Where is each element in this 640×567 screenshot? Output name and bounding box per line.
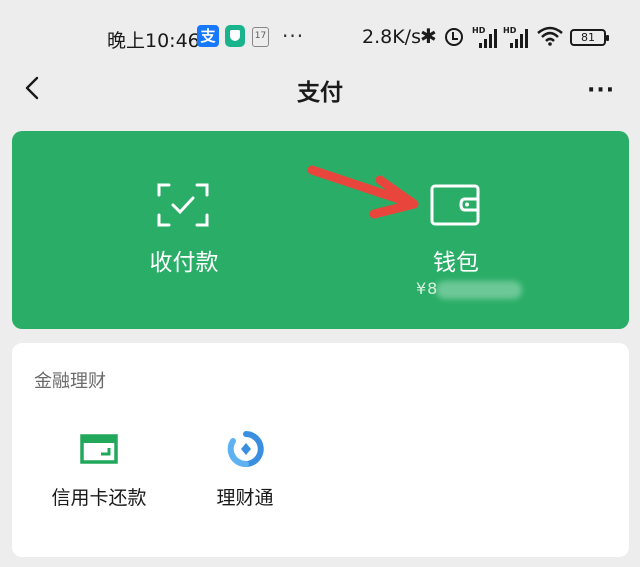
wallet-icon	[430, 184, 480, 226]
alipay-icon: 支	[197, 25, 219, 47]
signal-icon: HD	[472, 26, 500, 48]
credit-card-repay-button[interactable]: 信用卡还款	[24, 427, 174, 517]
credit-card-icon	[80, 434, 118, 464]
receive-pay-button[interactable]: 收付款	[84, 131, 284, 329]
calendar-icon: 17	[252, 27, 269, 47]
page-title: 支付	[297, 80, 343, 106]
wifi-icon	[537, 26, 563, 46]
wealth-management-label: 理财通	[216, 487, 274, 509]
security-shield-icon	[225, 25, 245, 47]
credit-card-repay-label: 信用卡还款	[51, 487, 147, 509]
status-bar: 晚上10:46 支 17 ··· 2.8K/s ✱ HD HD 81	[0, 0, 640, 70]
signal-icon-2: HD	[503, 26, 531, 48]
notification-more-icon: ···	[282, 24, 305, 48]
more-options-icon[interactable]: ···	[587, 78, 615, 103]
alarm-icon	[445, 28, 463, 46]
wealth-icon	[227, 431, 264, 467]
red-arrow-annotation	[307, 165, 419, 219]
wallet-label: 钱包	[433, 250, 479, 276]
receive-pay-label: 收付款	[149, 250, 219, 276]
balance-blur-mask	[436, 281, 522, 299]
battery-icon: 81	[570, 29, 609, 46]
clock: 晚上10:46	[107, 30, 200, 52]
bluetooth-icon: ✱	[420, 24, 437, 48]
wealth-management-button[interactable]: 理财通	[170, 427, 320, 517]
wallet-balance: ¥8	[416, 279, 439, 298]
finance-section-title: 金融理财	[34, 371, 106, 392]
network-speed: 2.8K/s	[362, 26, 421, 48]
scan-check-icon	[157, 183, 209, 227]
finance-card: 金融理财 信用卡还款 理财通	[12, 343, 629, 557]
